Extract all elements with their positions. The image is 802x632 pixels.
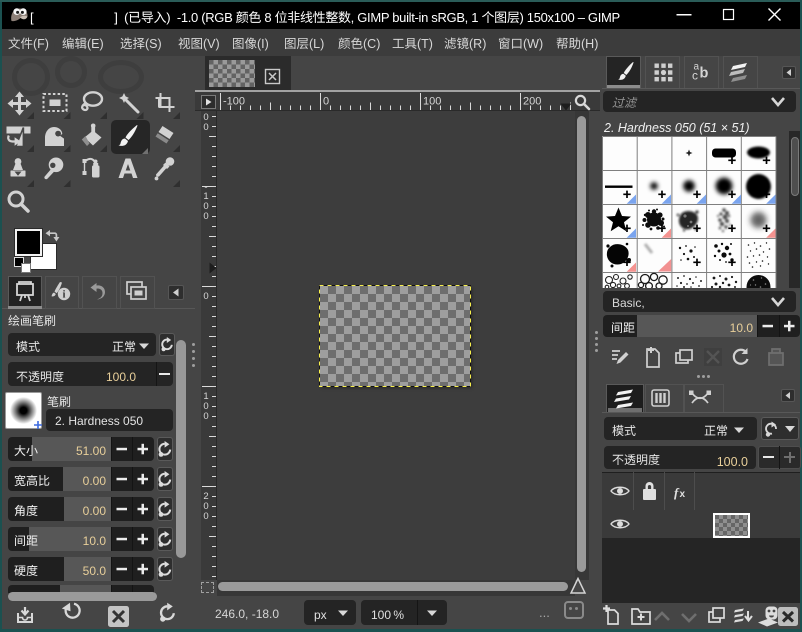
svg-text:0: 0 [203, 411, 208, 422]
svg-text:0: 0 [323, 96, 329, 108]
svg-text:-100: -100 [223, 96, 245, 108]
svg-text:0: 0 [203, 122, 208, 133]
svg-text:0: 0 [203, 291, 208, 302]
svg-text:0: 0 [203, 511, 208, 522]
svg-text:100: 100 [423, 96, 441, 108]
svg-text:i: i [63, 289, 66, 300]
svg-text:0: 0 [203, 211, 208, 222]
svg-text:200: 200 [523, 96, 541, 108]
svg-text:c: c [692, 69, 698, 83]
svg-text:x: x [680, 485, 686, 500]
svg-text:b: b [700, 66, 709, 82]
